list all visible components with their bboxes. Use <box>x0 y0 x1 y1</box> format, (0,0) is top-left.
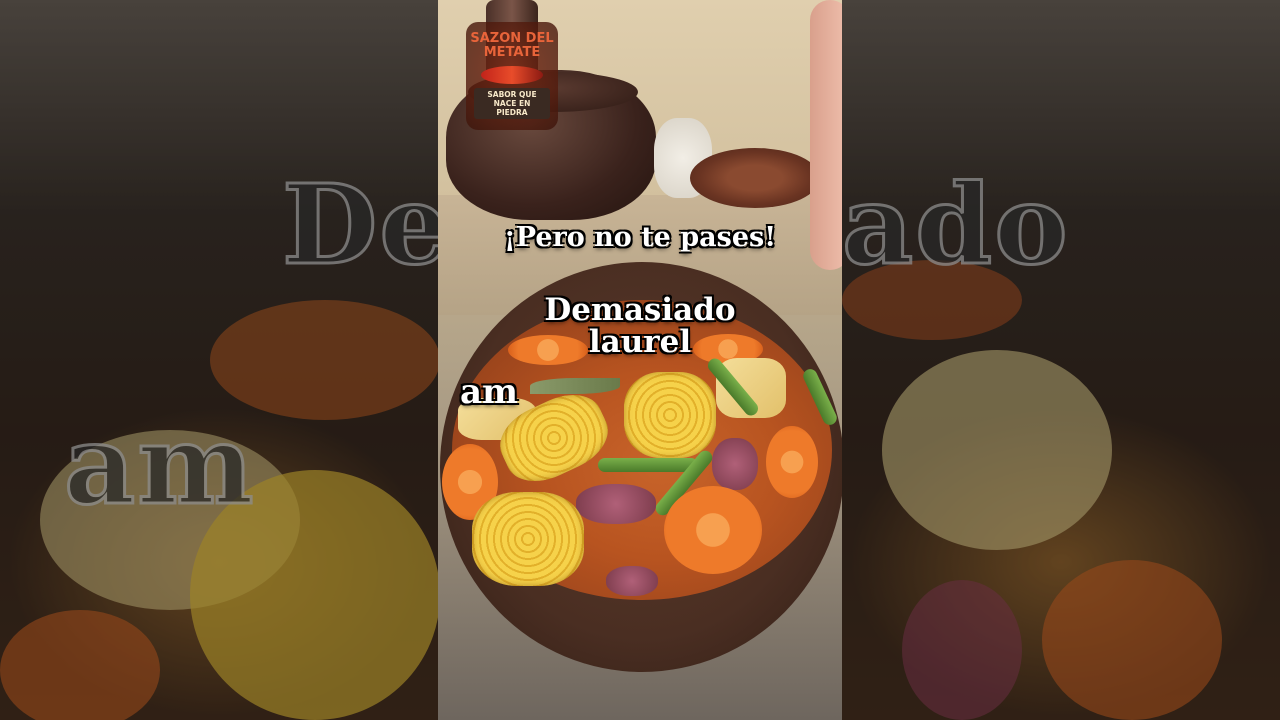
background-text-left-top: De <box>280 159 438 291</box>
beef-piece <box>576 484 656 524</box>
beef-piece <box>712 438 758 490</box>
chili-icon <box>481 66 543 84</box>
corn-cob <box>624 372 716 458</box>
green-bean <box>598 458 698 472</box>
brand-logo-tagline: SABOR QUE NACE EN PIEDRA <box>474 88 550 119</box>
caption-main: ¡Pero no te pases! <box>503 222 777 253</box>
caption-note-line1: Demasiado <box>544 292 736 328</box>
corn-cob <box>472 492 584 586</box>
background-blur-left: De am <box>0 0 438 720</box>
carrot-slice <box>664 486 762 574</box>
background-text-left-bottom: am <box>63 399 256 531</box>
brand-logo: SAZON DEL METATE SABOR QUE NACE EN PIEDR… <box>466 22 558 130</box>
carrot-slice <box>766 426 818 498</box>
caption-partial: am <box>460 372 519 412</box>
background-text-right-top: ado <box>842 159 1070 291</box>
brand-logo-name: SAZON DEL METATE <box>470 31 554 60</box>
caption-note-line2: laurel <box>588 324 692 360</box>
video-frame: SAZON DEL METATE SABOR QUE NACE EN PIEDR… <box>438 0 842 720</box>
caption-note: Demasiado laurel <box>438 294 842 358</box>
beef-piece <box>606 566 658 596</box>
clay-plate <box>690 148 820 208</box>
background-blur-right: ado <box>842 0 1280 720</box>
